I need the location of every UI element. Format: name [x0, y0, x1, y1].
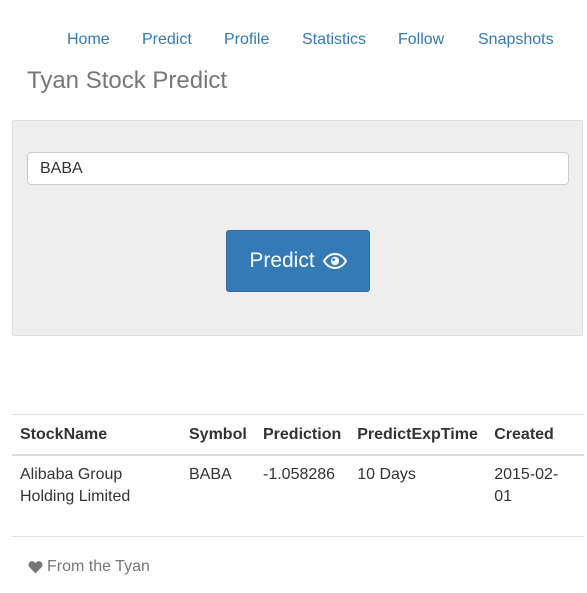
top-nav: Home Predict Profile Statistics Follow S…: [0, 29, 587, 51]
page-title: Tyan Stock Predict: [27, 67, 228, 94]
column-header-created: Created: [486, 414, 584, 456]
predict-button[interactable]: Predict: [226, 230, 370, 292]
column-header-stock-name: StockName: [12, 414, 181, 456]
table-header-row: StockName Symbol Prediction PredictExpTi…: [12, 414, 584, 456]
column-header-prediction: Prediction: [255, 414, 350, 456]
page: Home Predict Profile Statistics Follow S…: [0, 0, 587, 593]
footer: From the Tyan: [28, 557, 150, 577]
search-panel: Predict: [12, 120, 583, 336]
results-table: StockName Symbol Prediction PredictExpTi…: [12, 414, 584, 528]
cell-created: 2015-02-01: [494, 466, 559, 505]
footer-divider: [12, 536, 584, 537]
nav-item-profile[interactable]: Profile: [224, 29, 269, 51]
column-header-predict-exp-time: PredictExpTime: [349, 414, 487, 456]
column-header-symbol: Symbol: [181, 414, 255, 456]
stock-symbol-input[interactable]: [27, 152, 569, 185]
heart-icon: [28, 560, 43, 574]
cell-prediction: -1.058286: [263, 466, 336, 483]
table-row: Alibaba Group Holding Limited BABA -1.05…: [12, 455, 584, 528]
cell-symbol: BABA: [189, 466, 232, 483]
nav-item-follow[interactable]: Follow: [398, 29, 444, 51]
footer-text: From the Tyan: [47, 558, 150, 575]
cell-predict-exp-time: 10 Days: [357, 466, 416, 483]
nav-item-home[interactable]: Home: [67, 29, 110, 51]
nav-item-statistics[interactable]: Statistics: [302, 29, 366, 51]
eye-icon: [322, 253, 347, 269]
nav-item-snapshots[interactable]: Snapshots: [478, 29, 554, 51]
nav-item-predict[interactable]: Predict: [142, 29, 192, 51]
cell-stock-name: Alibaba Group Holding Limited: [20, 466, 131, 505]
predict-button-label: Predict: [249, 249, 315, 272]
